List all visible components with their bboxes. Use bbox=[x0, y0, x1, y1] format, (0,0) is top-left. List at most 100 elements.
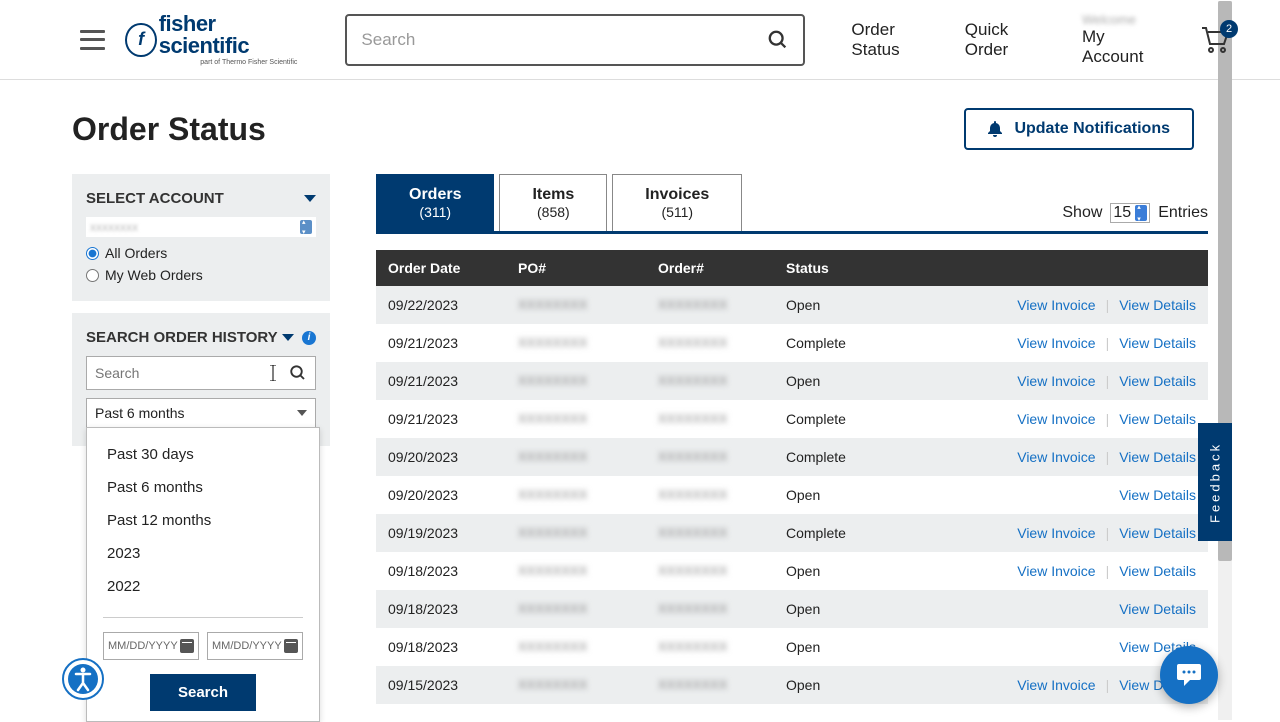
radio-all-orders[interactable]: All Orders bbox=[86, 245, 316, 261]
cell-po: XXXXXXXX bbox=[518, 335, 658, 350]
chat-button[interactable] bbox=[1160, 646, 1218, 704]
cell-status: Complete bbox=[786, 525, 986, 541]
global-search[interactable] bbox=[345, 14, 805, 66]
account-menu[interactable]: Welcome My Account bbox=[1082, 12, 1158, 67]
select-account-title: SELECT ACCOUNT bbox=[86, 190, 224, 207]
spinner-icon bbox=[300, 220, 312, 234]
caret-down-icon bbox=[297, 410, 307, 416]
view-details-link[interactable]: View Details bbox=[1119, 449, 1196, 465]
dropdown-option[interactable]: Past 6 months bbox=[87, 471, 319, 504]
cell-po: XXXXXXXX bbox=[518, 601, 658, 616]
time-range-value: Past 6 months bbox=[95, 405, 185, 421]
dropdown-option[interactable]: Past 30 days bbox=[87, 438, 319, 471]
cell-actions: View Details bbox=[986, 487, 1196, 503]
calendar-icon[interactable] bbox=[180, 639, 194, 653]
radio-all-orders-input[interactable] bbox=[86, 247, 99, 260]
search-history-field[interactable] bbox=[86, 356, 316, 390]
view-invoice-link[interactable]: View Invoice bbox=[1017, 563, 1095, 579]
col-order-date: Order Date bbox=[388, 260, 518, 276]
separator: | bbox=[1106, 563, 1110, 579]
search-icon[interactable] bbox=[289, 364, 307, 382]
col-status: Status bbox=[786, 260, 986, 276]
view-invoice-link[interactable]: View Invoice bbox=[1017, 373, 1095, 389]
separator: | bbox=[1106, 297, 1110, 313]
cell-order: XXXXXXXX bbox=[658, 411, 786, 426]
view-details-link[interactable]: View Details bbox=[1119, 525, 1196, 541]
cell-status: Complete bbox=[786, 411, 986, 427]
search-button[interactable]: Search bbox=[150, 674, 256, 711]
cell-status: Open bbox=[786, 677, 986, 693]
select-account-panel: SELECT ACCOUNT xxxxxxxx All Orders My We… bbox=[72, 174, 330, 301]
cell-actions: View Invoice|View Details bbox=[986, 373, 1196, 389]
tab-orders-count: (311) bbox=[409, 204, 461, 221]
account-select[interactable]: xxxxxxxx bbox=[86, 217, 316, 237]
cell-date: 09/21/2023 bbox=[388, 335, 518, 351]
tab-items[interactable]: Items (858) bbox=[499, 174, 607, 231]
cell-actions: View Invoice | View Details bbox=[986, 563, 1196, 579]
view-details-link[interactable]: View Details bbox=[1119, 335, 1196, 351]
chevron-down-icon[interactable] bbox=[282, 334, 294, 341]
cell-actions: View Invoice|View Details bbox=[986, 525, 1196, 541]
orders-table: Order Date PO# Order# Status 09/22/2023X… bbox=[376, 250, 1208, 704]
radio-my-web-orders[interactable]: My Web Orders bbox=[86, 267, 316, 283]
time-range-select[interactable]: Past 6 months bbox=[86, 398, 316, 428]
date-to-input[interactable]: MM/DD/YYYY bbox=[207, 632, 303, 660]
cell-po: XXXXXXXX bbox=[518, 373, 658, 388]
table-row: 09/18/2023XXXXXXXXXXXXXXXXOpenView Invoi… bbox=[376, 552, 1208, 590]
dropdown-option[interactable]: Past 12 months bbox=[87, 504, 319, 537]
tab-invoices[interactable]: Invoices (511) bbox=[612, 174, 742, 231]
view-invoice-link[interactable]: View Invoice bbox=[1017, 411, 1095, 427]
table-row: 09/21/2023XXXXXXXXXXXXXXXXOpenView Invoi… bbox=[376, 362, 1208, 400]
dropdown-option[interactable]: 2022 bbox=[87, 570, 319, 603]
bell-icon bbox=[988, 121, 1002, 137]
update-notifications-button[interactable]: Update Notifications bbox=[964, 108, 1194, 150]
view-invoice-link[interactable]: View Invoice bbox=[1017, 525, 1095, 541]
view-invoice-link[interactable]: View Invoice bbox=[1017, 335, 1095, 351]
col-order-num: Order# bbox=[658, 260, 786, 276]
cell-order: XXXXXXXX bbox=[658, 601, 786, 616]
date-from-input[interactable]: MM/DD/YYYY bbox=[103, 632, 199, 660]
table-row: 09/18/2023XXXXXXXXXXXXXXXXOpenView Detai… bbox=[376, 590, 1208, 628]
entries-select[interactable]: 15 bbox=[1110, 203, 1150, 223]
view-invoice-link[interactable]: View Invoice bbox=[1017, 297, 1095, 313]
cell-po: XXXXXXXX bbox=[518, 563, 658, 578]
table-row: 09/22/2023XXXXXXXXXXXXXXXXOpenView Invoi… bbox=[376, 286, 1208, 324]
radio-my-web-orders-label: My Web Orders bbox=[105, 267, 203, 283]
view-invoice-link[interactable]: View Invoice bbox=[1017, 677, 1095, 693]
chevron-down-icon[interactable] bbox=[304, 195, 316, 202]
search-history-input[interactable] bbox=[95, 365, 289, 381]
cart-button[interactable]: 2 bbox=[1200, 26, 1230, 54]
cell-status: Open bbox=[786, 487, 986, 503]
nav-order-status[interactable]: Order Status bbox=[851, 20, 934, 60]
entries-value: 15 bbox=[1113, 204, 1131, 222]
view-invoice-link[interactable]: View Invoice bbox=[1017, 449, 1095, 465]
dropdown-option[interactable]: 2023 bbox=[87, 537, 319, 570]
cell-status: Open bbox=[786, 373, 986, 389]
global-header: f fisher scientific part of Thermo Fishe… bbox=[0, 0, 1280, 80]
search-icon[interactable] bbox=[767, 29, 789, 51]
feedback-tab[interactable]: Feedback bbox=[1198, 423, 1232, 541]
accessibility-button[interactable] bbox=[62, 658, 104, 700]
view-details-link[interactable]: View Details bbox=[1119, 601, 1196, 617]
info-icon[interactable]: i bbox=[302, 331, 316, 345]
view-details-link[interactable]: View Details bbox=[1119, 373, 1196, 389]
calendar-icon[interactable] bbox=[284, 639, 298, 653]
logo[interactable]: f fisher scientific part of Thermo Fishe… bbox=[125, 13, 297, 66]
tab-orders-label: Orders bbox=[409, 185, 461, 204]
menu-icon[interactable] bbox=[80, 30, 105, 50]
search-input[interactable] bbox=[361, 30, 767, 50]
tab-orders[interactable]: Orders (311) bbox=[376, 174, 494, 231]
table-row: 09/15/2023XXXXXXXXXXXXXXXXOpenView Invoi… bbox=[376, 666, 1208, 704]
view-details-link[interactable]: View Details bbox=[1119, 297, 1196, 313]
entries-control: Show 15 Entries bbox=[1062, 203, 1208, 231]
table-header: Order Date PO# Order# Status bbox=[376, 250, 1208, 286]
nav-quick-order[interactable]: Quick Order bbox=[965, 20, 1044, 60]
col-po: PO# bbox=[518, 260, 658, 276]
page-title: Order Status bbox=[72, 111, 266, 148]
view-details-link[interactable]: View Details bbox=[1119, 487, 1196, 503]
view-details-link[interactable]: View Details bbox=[1119, 563, 1196, 579]
radio-my-web-orders-input[interactable] bbox=[86, 269, 99, 282]
cell-date: 09/20/2023 bbox=[388, 487, 518, 503]
view-details-link[interactable]: View Details bbox=[1119, 411, 1196, 427]
cell-status: Open bbox=[786, 601, 986, 617]
